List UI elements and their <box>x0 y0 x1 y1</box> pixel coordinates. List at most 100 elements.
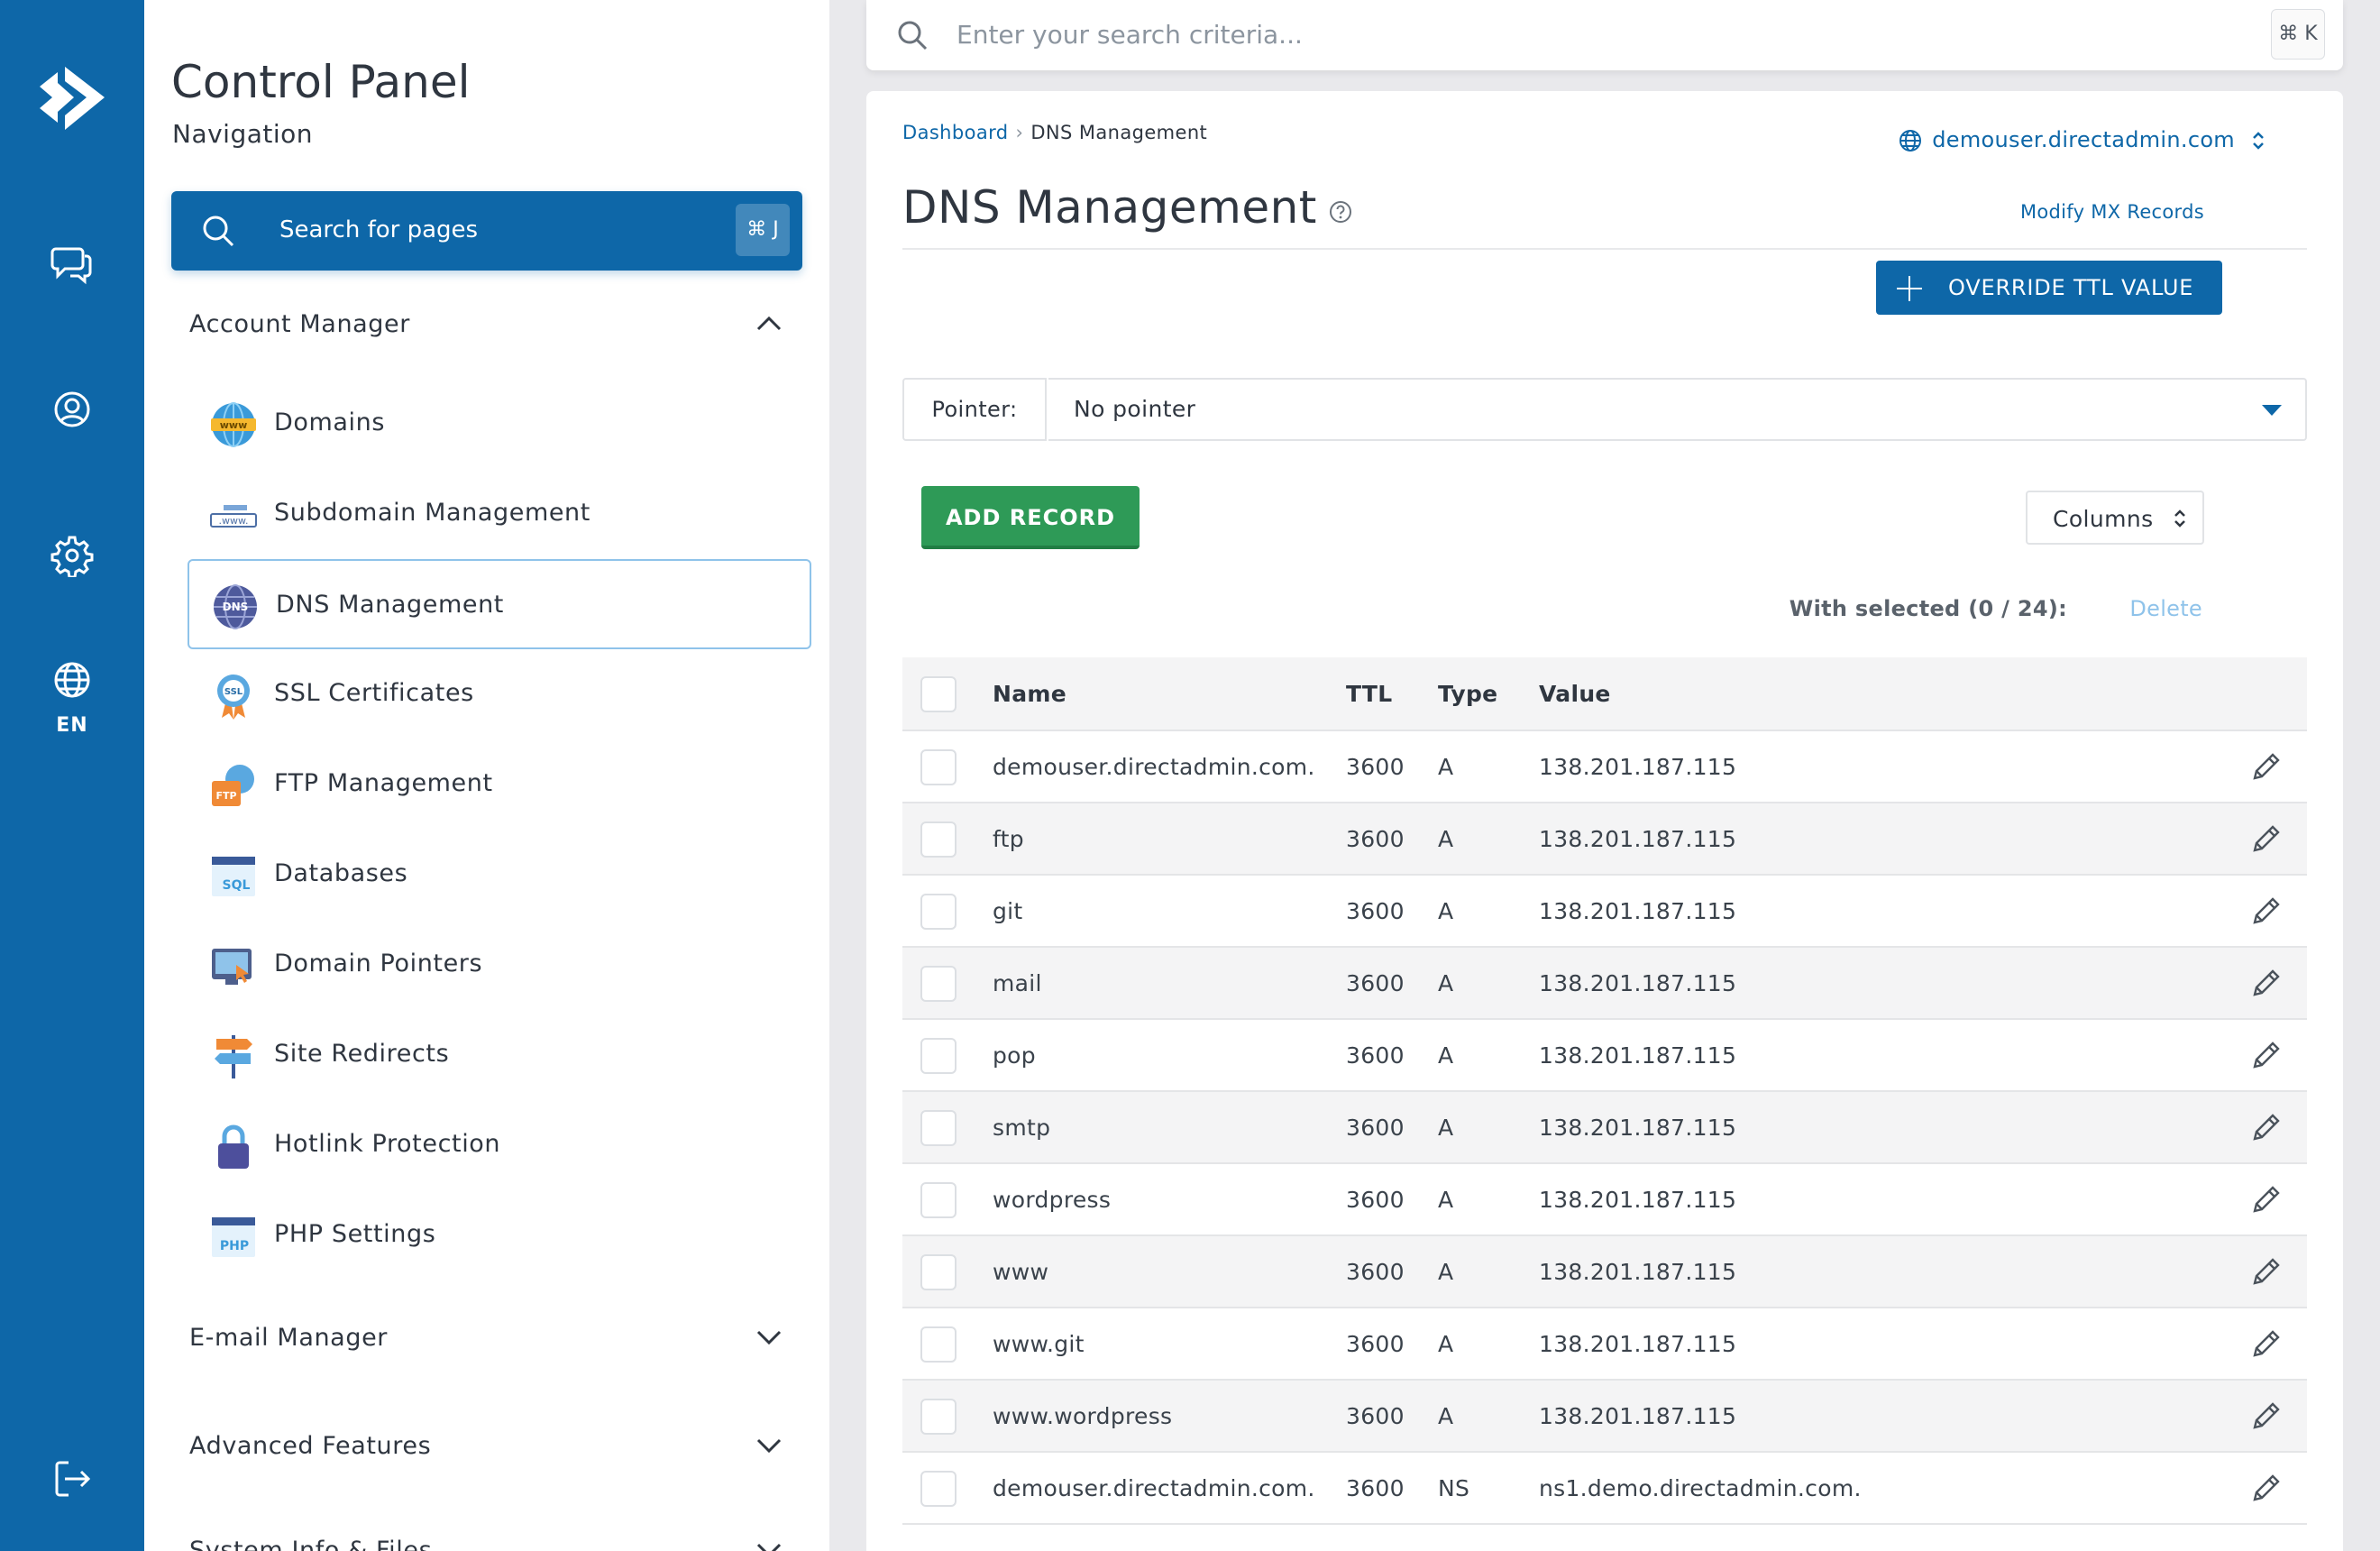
chevron-down-icon[interactable] <box>754 1430 784 1461</box>
cell-name: www.git <box>993 1331 1085 1357</box>
cell-value: 138.201.187.115 <box>1539 826 1737 852</box>
columns-select[interactable]: Columns <box>2026 491 2204 545</box>
table-row[interactable]: smtp 3600 A 138.201.187.115 <box>902 1092 2307 1164</box>
row-checkbox[interactable] <box>920 1399 957 1435</box>
breadcrumb-dashboard[interactable]: Dashboard <box>902 122 1009 143</box>
table-row[interactable]: pop 3600 A 138.201.187.115 <box>902 1020 2307 1092</box>
gear-icon[interactable] <box>50 534 94 577</box>
sidebar-subtitle: Navigation <box>172 119 314 149</box>
cell-value: 138.201.187.115 <box>1539 1403 1737 1429</box>
row-checkbox[interactable] <box>920 894 957 930</box>
chevron-up-icon[interactable] <box>754 308 784 339</box>
section-system-info[interactable]: System Info & Files <box>189 1537 432 1551</box>
section-account-manager[interactable]: Account Manager <box>189 310 410 338</box>
edit-pencil-icon[interactable] <box>2247 1326 2284 1363</box>
override-ttl-button[interactable]: OVERRIDE TTL VALUE <box>1876 261 2222 315</box>
sidebar-item-ftp-management[interactable]: FTP FTP Management <box>188 739 811 830</box>
edit-pencil-icon[interactable] <box>2247 1399 2284 1435</box>
svg-text:SQL: SQL <box>223 878 251 893</box>
table-row[interactable]: www 3600 A 138.201.187.115 <box>902 1236 2307 1308</box>
table-row[interactable]: demouser.directadmin.com. 3600 A 138.201.18… <box>902 731 2307 803</box>
edit-pencil-icon[interactable] <box>2247 749 2284 785</box>
add-record-button[interactable]: ADD RECORD <box>921 486 1140 549</box>
sidebar-item-hotlink-protection[interactable]: Hotlink Protection <box>188 1100 811 1190</box>
sidebar-item-dns-management[interactable]: DNS DNS Management <box>188 559 811 649</box>
cell-value: 138.201.187.115 <box>1539 1259 1737 1285</box>
row-checkbox[interactable] <box>920 821 957 858</box>
cell-ttl: 3600 <box>1346 1187 1405 1213</box>
cell-value: ns1.demo.directadmin.com. <box>1539 1475 1862 1501</box>
select-all-checkbox[interactable] <box>920 676 957 712</box>
sidebar-item-databases[interactable]: SQL Databases <box>188 830 811 920</box>
modify-mx-records-link[interactable]: Modify MX Records <box>2020 201 2204 223</box>
cell-type: A <box>1438 1042 1454 1069</box>
cell-name: www <box>993 1259 1049 1285</box>
sidebar-item-domain-pointers[interactable]: Domain Pointers <box>188 920 811 1010</box>
row-checkbox[interactable] <box>920 1110 957 1146</box>
directadmin-logo-icon[interactable] <box>34 60 110 137</box>
row-checkbox[interactable] <box>920 1038 957 1074</box>
cell-value: 138.201.187.115 <box>1539 898 1737 924</box>
column-header-type[interactable]: Type <box>1438 657 1497 731</box>
dns-records-table: Name TTL Type Value demouser.directadmin… <box>902 657 2307 1525</box>
edit-pencil-icon[interactable] <box>2247 1254 2284 1290</box>
chat-icon[interactable] <box>50 242 94 285</box>
table-row[interactable]: git 3600 A 138.201.187.115 <box>902 876 2307 948</box>
chevron-down-icon[interactable] <box>754 1322 784 1353</box>
edit-pencil-icon[interactable] <box>2247 1471 2284 1507</box>
edit-pencil-icon[interactable] <box>2247 821 2284 858</box>
row-checkbox[interactable] <box>920 966 957 1002</box>
sidebar-item-site-redirects[interactable]: Site Redirects <box>188 1010 811 1100</box>
cell-value: 138.201.187.115 <box>1539 1187 1737 1213</box>
delete-selected-link[interactable]: Delete <box>2129 596 2202 621</box>
cell-type: A <box>1438 1187 1454 1213</box>
edit-pencil-icon[interactable] <box>2247 1110 2284 1146</box>
table-row[interactable]: www.wordpress 3600 A 138.201.187.115 <box>902 1381 2307 1453</box>
domain-selector[interactable]: demouser.directadmin.com <box>1899 127 2264 154</box>
table-row[interactable]: ftp 3600 A 138.201.187.115 <box>902 803 2307 876</box>
user-icon[interactable] <box>50 388 94 431</box>
column-header-name[interactable]: Name <box>993 657 1066 731</box>
table-row[interactable]: www.git 3600 A 138.201.187.115 <box>902 1308 2307 1381</box>
sidebar-item-subdomain-management[interactable]: .www. Subdomain Management <box>188 469 811 559</box>
sidebar-item-label: Domains <box>274 408 386 436</box>
cell-name: ftp <box>993 826 1024 852</box>
breadcrumb-current: DNS Management <box>1030 122 1208 143</box>
domains-icon: www <box>211 402 256 447</box>
dns-icon: DNS <box>214 584 257 629</box>
page-search-button[interactable]: Search for pages ⌘ J <box>171 191 802 271</box>
row-checkbox[interactable] <box>920 1471 957 1507</box>
edit-pencil-icon[interactable] <box>2247 1182 2284 1218</box>
override-ttl-label: OVERRIDE TTL VALUE <box>1948 275 2194 300</box>
language-label[interactable]: EN <box>0 714 144 737</box>
table-row[interactable]: wordpress 3600 A 138.201.187.115 <box>902 1164 2307 1236</box>
pointer-select-value: No pointer <box>1074 396 1196 422</box>
column-header-value[interactable]: Value <box>1539 657 1611 731</box>
table-row[interactable]: demouser.directadmin.com. 3600 NS ns1.demo.… <box>902 1453 2307 1525</box>
sidebar-item-label: PHP Settings <box>274 1220 436 1248</box>
chevron-down-icon[interactable] <box>754 1535 784 1551</box>
edit-pencil-icon[interactable] <box>2247 894 2284 930</box>
sidebar-item-ssl-certificates[interactable]: SSL SSL Certificates <box>188 649 811 739</box>
cell-name: www.wordpress <box>993 1403 1173 1429</box>
section-email-manager[interactable]: E-mail Manager <box>189 1324 388 1352</box>
pointer-select[interactable]: No pointer <box>1048 378 2307 441</box>
row-checkbox[interactable] <box>920 1254 957 1290</box>
sidebar-item-label: DNS Management <box>276 591 504 619</box>
row-checkbox[interactable] <box>920 1182 957 1218</box>
row-checkbox[interactable] <box>920 749 957 785</box>
logout-icon[interactable] <box>50 1457 94 1501</box>
edit-pencil-icon[interactable] <box>2247 966 2284 1002</box>
section-advanced-features[interactable]: Advanced Features <box>189 1432 431 1460</box>
global-search-input[interactable]: Enter your search criteria... ⌘ K <box>866 0 2343 70</box>
page-search-placeholder: Search for pages <box>279 216 479 243</box>
sidebar-item-php-settings[interactable]: PHP PHP Settings <box>188 1190 811 1280</box>
sidebar-item-domains[interactable]: www Domains <box>188 379 811 469</box>
edit-pencil-icon[interactable] <box>2247 1038 2284 1074</box>
cell-value: 138.201.187.115 <box>1539 1331 1737 1357</box>
table-row[interactable]: mail 3600 A 138.201.187.115 <box>902 948 2307 1020</box>
help-icon[interactable] <box>1328 199 1353 225</box>
column-header-ttl[interactable]: TTL <box>1346 657 1393 731</box>
row-checkbox[interactable] <box>920 1326 957 1363</box>
globe-icon[interactable] <box>50 658 94 702</box>
